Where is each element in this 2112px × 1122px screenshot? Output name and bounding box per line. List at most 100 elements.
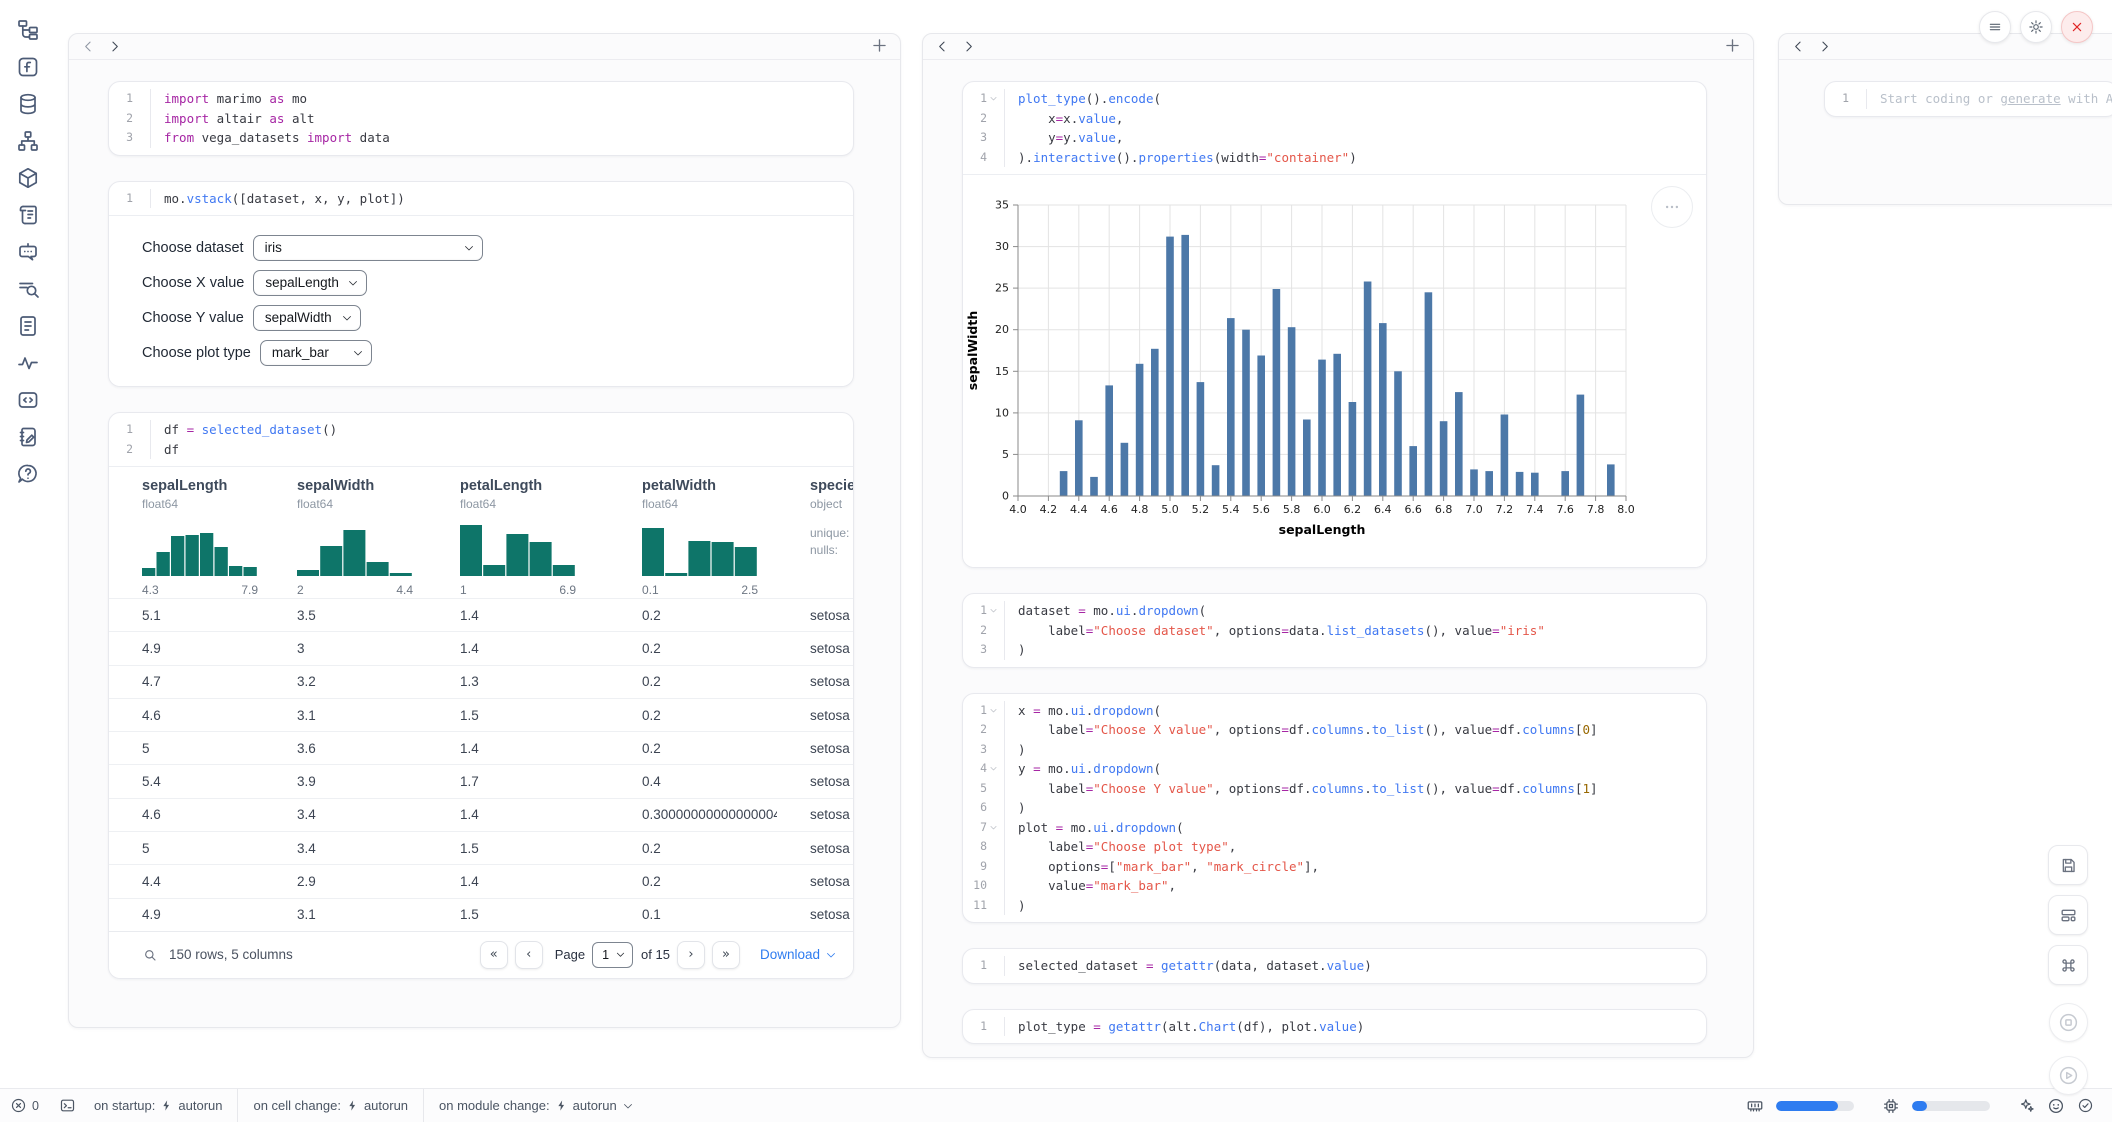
column-header-sepalLength[interactable]: sepalLengthfloat644.37.9 [109, 467, 264, 598]
fold-icon[interactable] [989, 764, 999, 774]
column-histogram[interactable] [142, 521, 264, 581]
code-line[interactable]: 10 value="mark_bar", [963, 876, 1706, 896]
code-line[interactable]: 3 y=y.value, [963, 128, 1706, 148]
on-cell-change-setting[interactable]: on cell change: autorun [253, 1098, 408, 1113]
code-line[interactable]: 2 label="Choose X value", options=df.col… [963, 720, 1706, 740]
keyboard-shortcuts-button[interactable] [2048, 945, 2088, 985]
column-header-species[interactable]: speciesobjectunique:nulls: [777, 467, 853, 598]
table-row[interactable]: 5.13.51.40.2setosa [109, 598, 853, 631]
column-header-sepalWidth[interactable]: sepalWidthfloat6424.4 [264, 467, 427, 598]
code-line[interactable]: 1x = mo.ui.dropdown( [963, 701, 1706, 721]
save-button[interactable] [2048, 845, 2088, 885]
column-header-petalLength[interactable]: petalLengthfloat6416.9 [427, 467, 609, 598]
layout-toggle-button[interactable] [2048, 895, 2088, 935]
code-line[interactable]: 3from vega_datasets import data [109, 128, 853, 148]
last-page-button[interactable]: » [712, 941, 740, 969]
code-line[interactable]: 7plot = mo.ui.dropdown( [963, 818, 1706, 838]
tracing-icon[interactable] [16, 351, 40, 375]
code-line[interactable]: 1dataset = mo.ui.dropdown( [963, 601, 1706, 621]
scratchpad-icon[interactable] [16, 425, 40, 449]
scroll-right-button[interactable] [1817, 38, 1843, 56]
fold-icon[interactable] [989, 606, 999, 616]
prev-page-button[interactable]: ‹ [515, 941, 543, 969]
table-search-icon[interactable] [142, 947, 158, 963]
table-row[interactable]: 53.61.40.2setosa [109, 731, 853, 764]
code-line[interactable]: 1df = selected_dataset() [109, 420, 853, 440]
column-histogram[interactable] [642, 521, 777, 581]
data-sources-icon[interactable] [16, 92, 40, 116]
page-select[interactable]: 1 [592, 942, 633, 968]
choose-dataset-select[interactable]: iris [253, 235, 483, 261]
error-count-icon[interactable] [10, 1097, 27, 1114]
code-cell-plot-type[interactable]: 1plot_type = getattr(alt.Chart(df), plot… [962, 1009, 1707, 1045]
ai-sparkles-icon[interactable] [2018, 1097, 2035, 1114]
bar-chart[interactable]: 4.04.24.44.64.85.05.25.45.65.86.06.26.46… [963, 175, 1706, 568]
fold-icon[interactable] [989, 705, 999, 715]
code-line[interactable]: 1plot_type = getattr(alt.Chart(df), plot… [963, 1017, 1706, 1037]
code-line[interactable]: 2 label="Choose dataset", options=data.l… [963, 621, 1706, 641]
table-row[interactable]: 4.63.11.50.2setosa [109, 698, 853, 731]
menu-button[interactable] [1979, 11, 2011, 43]
table-row[interactable]: 4.73.21.30.2setosa [109, 665, 853, 698]
code-line[interactable]: 1selected_dataset = getattr(data, datase… [963, 956, 1706, 976]
scroll-left-button[interactable] [81, 38, 107, 56]
table-row[interactable]: 4.42.91.40.2setosa [109, 864, 853, 897]
settings-button[interactable] [2020, 11, 2052, 43]
logs-icon[interactable] [16, 203, 40, 227]
first-page-button[interactable]: « [480, 941, 508, 969]
code-line[interactable]: 3) [963, 740, 1706, 760]
column-histogram[interactable] [297, 521, 427, 581]
table-row[interactable]: 4.63.41.40.30000000000000004setosa [109, 798, 853, 831]
scroll-left-button[interactable] [935, 38, 961, 56]
documentation-icon[interactable] [16, 314, 40, 338]
code-line[interactable]: 1mo.vstack([dataset, x, y, plot]) [109, 189, 853, 209]
download-button[interactable]: Download [760, 947, 837, 962]
scroll-right-button[interactable] [961, 38, 987, 56]
code-cell-xy-plot-dropdowns[interactable]: 1x = mo.ui.dropdown(2 label="Choose X va… [962, 693, 1707, 924]
empty-code-cell[interactable]: 1 Start coding or generate with AI [1824, 81, 2112, 117]
dependency-graph-icon[interactable] [16, 129, 40, 153]
code-line[interactable]: 2df [109, 440, 853, 460]
choose-y-value-select[interactable]: sepalWidth [253, 305, 361, 331]
fold-icon[interactable] [989, 822, 999, 832]
column-histogram[interactable] [460, 521, 609, 581]
code-line[interactable]: 11) [963, 896, 1706, 916]
code-line[interactable]: 4y = mo.ui.dropdown( [963, 759, 1706, 779]
code-line[interactable]: 9 options=["mark_bar", "mark_circle"], [963, 857, 1706, 877]
file-explorer-icon[interactable] [16, 18, 40, 42]
help-icon[interactable] [16, 462, 40, 486]
ai-chat-icon[interactable] [16, 240, 40, 264]
code-cell-dataframe[interactable]: 1df = selected_dataset()2df sepalLengthf… [108, 412, 854, 979]
next-page-button[interactable]: › [677, 941, 705, 969]
table-row[interactable]: 4.931.40.2setosa [109, 631, 853, 664]
terminal-icon[interactable] [59, 1097, 76, 1114]
table-row[interactable]: 5.43.91.70.4setosa [109, 764, 853, 797]
code-cell-vstack[interactable]: 1mo.vstack([dataset, x, y, plot]) Choose… [108, 181, 854, 388]
scroll-left-button[interactable] [1791, 38, 1817, 56]
code-cell-selected-dataset[interactable]: 1selected_dataset = getattr(data, datase… [962, 948, 1707, 984]
chart-actions-button[interactable] [1651, 186, 1693, 228]
code-line[interactable]: 2 x=x.value, [963, 109, 1706, 129]
code-line[interactable]: 1plot_type().encode( [963, 89, 1706, 109]
on-startup-setting[interactable]: on startup: autorun [94, 1098, 223, 1113]
shutdown-button[interactable] [2061, 11, 2093, 43]
code-line[interactable]: 3) [963, 640, 1706, 660]
run-button[interactable] [2049, 1056, 2088, 1095]
code-line[interactable]: 2import altair as alt [109, 109, 853, 129]
code-cell-dataset-dropdown[interactable]: 1dataset = mo.ui.dropdown(2 label="Choos… [962, 593, 1707, 668]
table-row[interactable]: 53.41.50.2setosa [109, 831, 853, 864]
code-line[interactable]: 1 Start coding or generate with AI [1825, 89, 2112, 109]
code-line[interactable]: 1import marimo as mo [109, 89, 853, 109]
code-cell-plot[interactable]: 1plot_type().encode(2 x=x.value,3 y=y.va… [962, 81, 1707, 568]
generate-with-ai-link[interactable]: generate [2000, 91, 2060, 106]
code-line[interactable]: 4).interactive().properties(width="conta… [963, 148, 1706, 168]
scroll-right-button[interactable] [107, 38, 133, 56]
on-module-change-setting[interactable]: on module change: autorun [439, 1098, 634, 1113]
code-line[interactable]: 6) [963, 798, 1706, 818]
code-cell-imports[interactable]: 1import marimo as mo2import altair as al… [108, 81, 854, 156]
code-line[interactable]: 5 label="Choose Y value", options=df.col… [963, 779, 1706, 799]
snippets-icon[interactable] [16, 388, 40, 412]
table-row[interactable]: 4.93.11.50.1setosa [109, 898, 853, 931]
packages-icon[interactable] [16, 166, 40, 190]
column-header-petalWidth[interactable]: petalWidthfloat640.12.5 [609, 467, 777, 598]
